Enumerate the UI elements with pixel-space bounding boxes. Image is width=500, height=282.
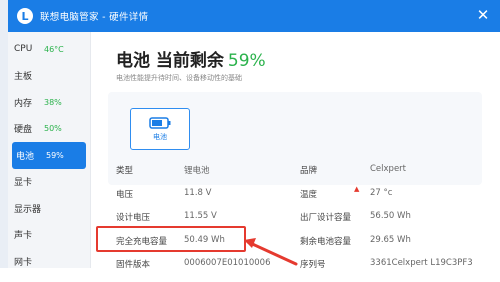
annotation-arrow-icon bbox=[244, 238, 298, 266]
sidebar-item-label: 网卡 bbox=[14, 257, 33, 268]
sidebar-item-label: 声卡 bbox=[14, 231, 33, 242]
spec-key: 温度 bbox=[300, 189, 318, 200]
spec-key: 剩余电池容量 bbox=[300, 236, 352, 247]
sidebar-item-value: 38% bbox=[44, 97, 62, 107]
window-title: 联想电脑管家 - 硬件详情 bbox=[40, 12, 149, 23]
battery-device-tile[interactable]: 电池 bbox=[130, 108, 190, 150]
sidebar-item-value: 59% bbox=[46, 150, 64, 160]
sidebar-item-gpu[interactable]: 显卡 bbox=[8, 169, 90, 196]
app-logo-icon: L bbox=[17, 8, 33, 24]
spec-value: 11.8 V bbox=[184, 187, 212, 198]
sidebar-item-label: 显示器 bbox=[14, 204, 42, 215]
spec-key: 电压 bbox=[116, 189, 134, 200]
spec-key: 设计电压 bbox=[116, 213, 151, 223]
battery-icon bbox=[149, 116, 171, 129]
background-window-edge bbox=[0, 0, 8, 268]
page-title: 电池 当前剩余 59% bbox=[116, 46, 266, 71]
sidebar-item-disk[interactable]: 硬盘 50% bbox=[8, 116, 90, 143]
spec-row: 类型 锂电池 品牌 Celxpert bbox=[116, 164, 496, 188]
spec-key: 出厂设计容量 bbox=[300, 213, 352, 223]
spec-row: 固件版本 0006007E01010006 序列号 3361Celxpert L… bbox=[116, 258, 496, 282]
device-tile-label: 电池 bbox=[153, 132, 167, 141]
sidebar-item-motherboard[interactable]: 主板 bbox=[8, 63, 90, 90]
sidebar-item-value: 46°C bbox=[44, 44, 64, 54]
sidebar-item-label: 显卡 bbox=[14, 178, 33, 189]
sidebar-item-display[interactable]: 显示器 bbox=[8, 195, 90, 222]
spec-value: 29.65 Wh bbox=[370, 234, 411, 245]
annotation-highlight-box bbox=[96, 226, 246, 252]
spec-value: 56.50 Wh bbox=[370, 211, 411, 221]
sidebar-item-sound[interactable]: 声卡 bbox=[8, 222, 90, 249]
title-bar: L 联想电脑管家 - 硬件详情 ✕ bbox=[8, 0, 500, 32]
battery-percent: 59% bbox=[227, 51, 266, 71]
page-subtitle: 电池性能提升待时间、设备移动性的基础 bbox=[116, 74, 242, 82]
sidebar-item-cpu[interactable]: CPU 46°C bbox=[8, 36, 90, 63]
page-title-text: 电池 当前剩余 bbox=[116, 51, 224, 71]
hardware-sidebar: CPU 46°C 主板 内存 38% 硬盘 50% 电池 59% 显卡 显示器 … bbox=[8, 32, 91, 268]
spec-value: 锂电池 bbox=[184, 166, 210, 176]
spec-key: 品牌 bbox=[300, 166, 318, 176]
sidebar-item-label: 内存 bbox=[14, 98, 33, 109]
sidebar-item-label: 主板 bbox=[14, 72, 33, 83]
sidebar-item-network[interactable]: 网卡 bbox=[8, 248, 90, 275]
annotation-caret-icon: ▲ bbox=[354, 185, 360, 193]
sidebar-item-label: 硬盘 bbox=[14, 125, 33, 136]
sidebar-item-value: 50% bbox=[44, 124, 62, 134]
spec-value: 27 °c bbox=[370, 187, 393, 198]
close-button[interactable]: ✕ bbox=[476, 6, 490, 24]
sidebar-item-label: 电池 bbox=[16, 151, 35, 162]
spec-key: 固件版本 bbox=[116, 260, 151, 270]
spec-value: Celxpert bbox=[370, 164, 407, 174]
spec-row: 电压 11.8 V 温度 27 °c bbox=[116, 188, 496, 212]
spec-value: 11.55 V bbox=[184, 211, 217, 221]
sidebar-item-battery[interactable]: 电池 59% bbox=[12, 142, 86, 169]
spec-key: 序列号 bbox=[300, 260, 326, 270]
sidebar-item-label: CPU bbox=[14, 44, 33, 55]
close-icon: ✕ bbox=[476, 6, 490, 24]
spec-value: 3361Celxpert L19C3PF3 bbox=[370, 258, 473, 268]
sidebar-item-memory[interactable]: 内存 38% bbox=[8, 89, 90, 116]
spec-table: 类型 锂电池 品牌 Celxpert 电压 11.8 V 温度 27 °c 设计… bbox=[116, 164, 496, 282]
spec-key: 类型 bbox=[116, 166, 134, 176]
